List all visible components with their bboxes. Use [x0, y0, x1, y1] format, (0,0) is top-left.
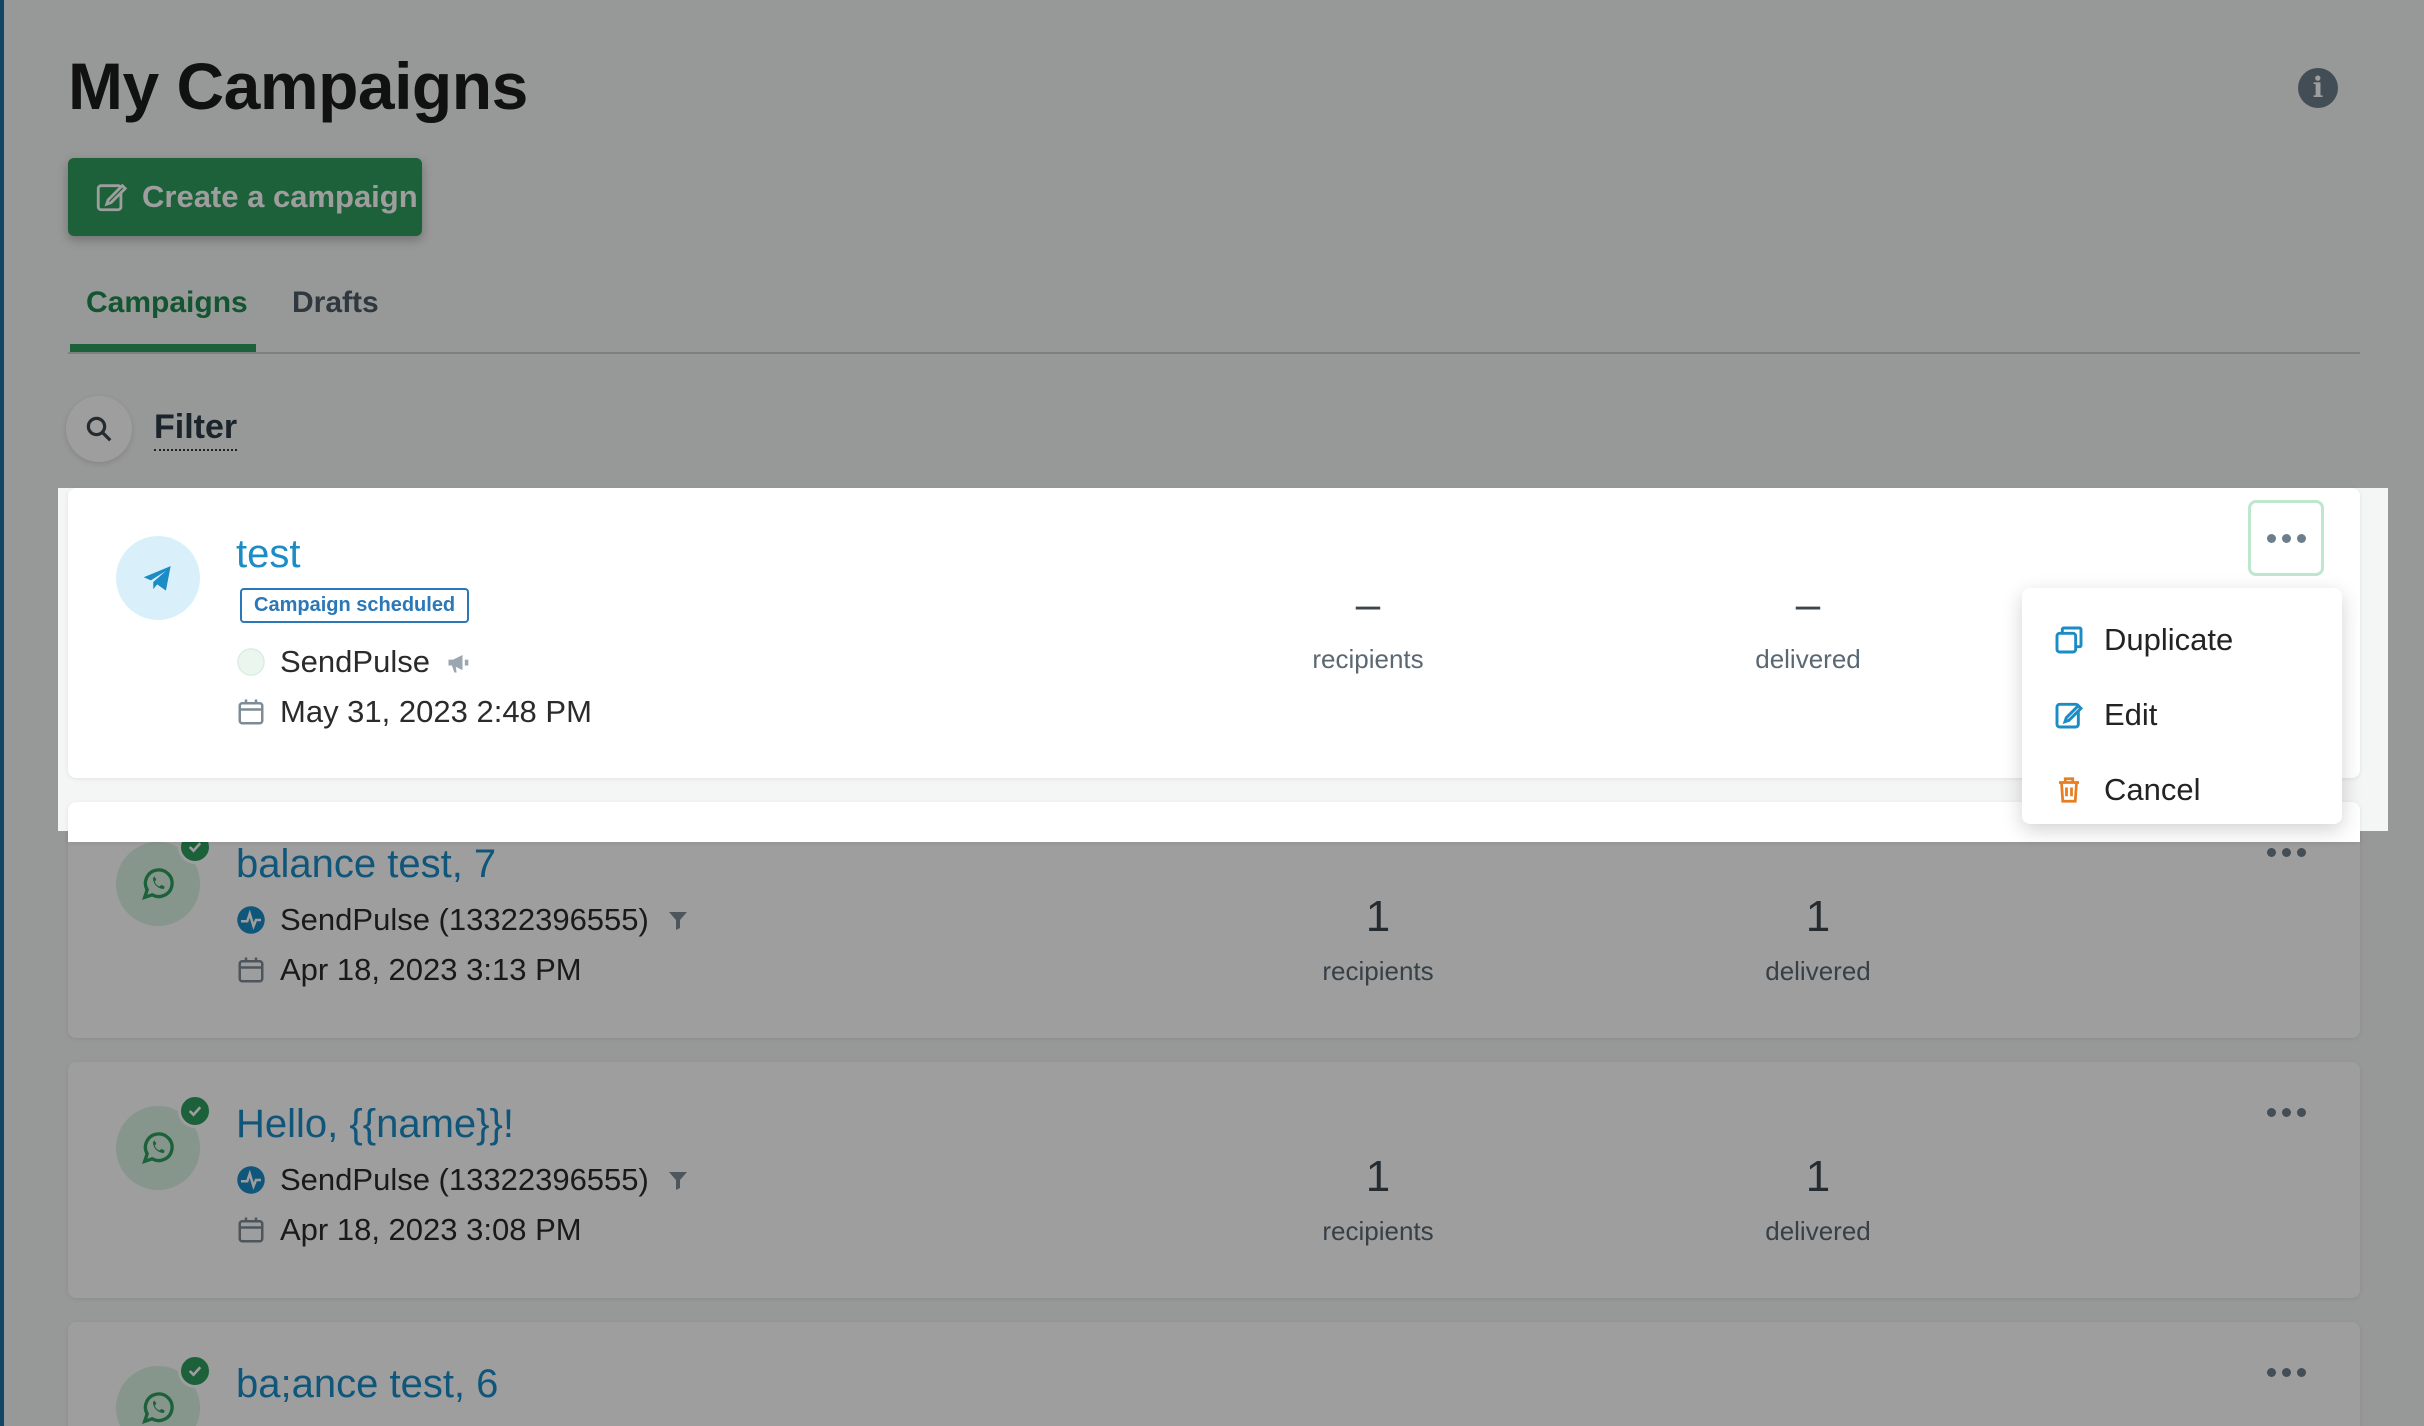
sender-name: SendPulse (13322396555) — [280, 1162, 649, 1197]
campaign-title[interactable]: test — [236, 532, 300, 577]
telegram-icon — [143, 566, 171, 591]
recipients-label: recipients — [1312, 644, 1424, 674]
left-sidebar-edge — [0, 0, 4, 1426]
campaign-title[interactable]: balance test, 7 — [236, 842, 496, 887]
whatsapp-icon — [142, 1392, 174, 1424]
whatsapp-icon — [142, 868, 174, 900]
search-button[interactable] — [66, 396, 132, 462]
campaigns-page: My Campaigns i Create a campaign Campaig… — [0, 0, 2424, 1426]
edit-icon — [96, 183, 128, 212]
recipients-label: recipients — [1322, 1216, 1434, 1246]
calendar-icon — [236, 697, 266, 727]
channel-avatar — [116, 830, 212, 926]
menu-item-edit[interactable]: Edit — [2022, 677, 2342, 752]
tab-bar: Campaigns Drafts — [68, 278, 2360, 354]
campaign-sender: SendPulse (13322396555) — [236, 1162, 693, 1198]
campaign-date: Apr 18, 2023 3:08 PM — [236, 1212, 582, 1248]
channel-avatar — [116, 1094, 212, 1190]
menu-item-label: Cancel — [2104, 771, 2201, 807]
menu-item-duplicate[interactable]: Duplicate — [2022, 602, 2342, 677]
delivered-check-icon — [178, 1094, 212, 1128]
duplicate-icon — [2052, 623, 2086, 657]
status-badge: Campaign scheduled — [240, 588, 470, 623]
tab-campaigns[interactable]: Campaigns — [86, 286, 248, 320]
sendpulse-logo-icon — [236, 905, 266, 935]
filter-icon — [663, 1165, 693, 1195]
filter-toggle[interactable]: Filter — [154, 408, 238, 451]
delivered-count: 1 — [1805, 1152, 1831, 1201]
more-options-button[interactable] — [2248, 1074, 2324, 1150]
create-campaign-button[interactable]: Create a campaign — [68, 158, 422, 236]
menu-item-cancel[interactable]: Cancel — [2022, 752, 2342, 827]
active-tab-indicator — [70, 344, 256, 352]
sender-name: SendPulse — [280, 644, 430, 679]
trash-icon — [2052, 773, 2086, 807]
page-title: My Campaigns — [68, 49, 528, 123]
search-icon — [86, 416, 112, 442]
campaign-sender: SendPulse (13322396555) — [236, 902, 693, 938]
more-options-button[interactable] — [2248, 1334, 2324, 1410]
calendar-icon — [236, 955, 266, 985]
delivered-label: delivered — [1755, 644, 1861, 674]
delivered-label: delivered — [1765, 956, 1871, 986]
edit-icon — [2052, 698, 2086, 732]
menu-item-label: Duplicate — [2104, 621, 2234, 657]
delivered-count: – — [1795, 580, 1821, 629]
filter-icon — [663, 905, 693, 935]
date-text: Apr 18, 2023 3:08 PM — [280, 1212, 582, 1247]
date-text: Apr 18, 2023 3:13 PM — [280, 952, 582, 987]
channel-avatar — [116, 1354, 212, 1426]
campaign-date: Apr 18, 2023 3:13 PM — [236, 952, 582, 988]
campaign-date: May 31, 2023 2:48 PM — [236, 694, 592, 730]
campaign-card-next-peek — [68, 802, 2360, 842]
campaign-sender: SendPulse — [236, 644, 474, 680]
date-text: May 31, 2023 2:48 PM — [280, 694, 592, 729]
create-campaign-label: Create a campaign — [142, 179, 418, 214]
delivered-count: 1 — [1805, 892, 1831, 941]
campaign-card[interactable]: Hello, {{name}}! SendPulse (13322396555)… — [68, 1062, 2360, 1298]
campaign-actions-menu: Duplicate Edit Cancel — [2022, 588, 2342, 824]
delivered-check-icon — [178, 1354, 212, 1388]
recipients-count: 1 — [1365, 1152, 1391, 1201]
whatsapp-icon — [142, 1132, 174, 1164]
campaign-card[interactable]: ba;ance test, 6 — [68, 1322, 2360, 1426]
sender-name: SendPulse (13322396555) — [280, 902, 649, 937]
recipients-count: – — [1355, 580, 1381, 629]
recipients-count: 1 — [1365, 892, 1391, 941]
tab-drafts[interactable]: Drafts — [292, 286, 379, 320]
recipients-label: recipients — [1322, 956, 1434, 986]
sendpulse-logo-icon — [236, 1165, 266, 1195]
sender-avatar-icon — [236, 647, 266, 677]
more-options-button[interactable] — [2248, 500, 2324, 576]
campaign-title[interactable]: ba;ance test, 6 — [236, 1362, 498, 1407]
calendar-icon — [236, 1215, 266, 1245]
delivered-label: delivered — [1765, 1216, 1871, 1246]
campaign-card-active[interactable]: test Campaign scheduled SendPulse May 31… — [68, 488, 2360, 778]
menu-item-label: Edit — [2104, 696, 2158, 732]
info-icon[interactable]: i — [2298, 68, 2338, 108]
megaphone-icon — [444, 647, 474, 677]
channel-avatar — [116, 536, 200, 620]
campaign-title[interactable]: Hello, {{name}}! — [236, 1102, 514, 1147]
